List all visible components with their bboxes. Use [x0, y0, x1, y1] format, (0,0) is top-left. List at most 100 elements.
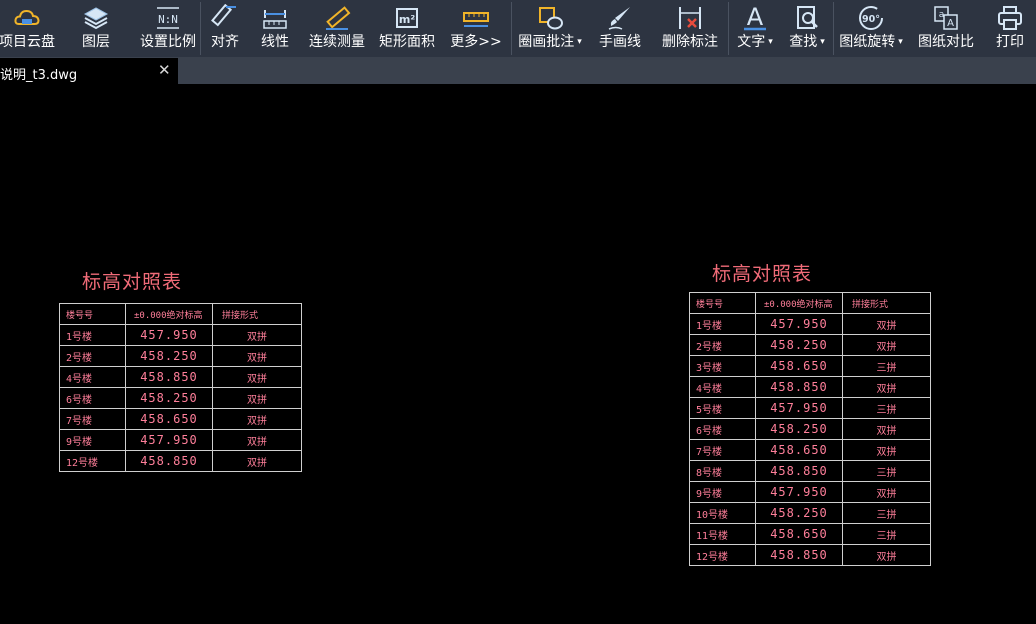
table-cell: 7号楼	[59, 408, 126, 430]
layers-button[interactable]: 图层	[56, 0, 136, 57]
table-row: 9号楼 457.950 双拼	[59, 429, 302, 451]
table-cell: 458.850	[125, 450, 213, 472]
rotate-90-icon: 90°	[859, 6, 883, 30]
print-icon	[998, 6, 1022, 30]
table-cell: 三拼	[842, 460, 931, 482]
continuous-measure-button[interactable]: 连续测量	[301, 0, 373, 57]
tab-document[interactable]: 说明_t3.dwg ✕	[0, 57, 178, 84]
toolbar-label: 删除标注	[662, 34, 718, 50]
table-cell: 三拼	[842, 502, 931, 524]
more-measure-icon	[463, 12, 489, 27]
compare-icon-text: a	[939, 10, 945, 20]
cad-viewer-app: 项目云盘 图层 N:N 设置比例 对齐 线性 连续测量 m² 矩形面积 更多>>…	[0, 0, 1036, 624]
close-icon[interactable]: ✕	[158, 61, 171, 79]
table-cell: 458.850	[755, 460, 843, 482]
table-row: 1号楼 457.950 双拼	[689, 313, 931, 335]
toolbar-label: 矩形面积	[379, 34, 435, 50]
table-cell: 双拼	[212, 366, 302, 388]
drawing-title: 标高对照表	[712, 263, 813, 285]
table-cell: 458.250	[755, 502, 843, 524]
project-cloud-drive-button[interactable]: 项目云盘	[0, 0, 56, 57]
table-cell: 457.950	[755, 397, 843, 419]
table-cell: 9号楼	[689, 481, 756, 503]
scale-icon-text: N:N	[158, 13, 178, 26]
table-cell: ±0.000绝对标高	[755, 292, 843, 314]
linear-measure-button[interactable]: 线性	[249, 0, 301, 57]
linear-measure-icon	[263, 10, 287, 29]
find-button[interactable]: 查找 ▾	[781, 0, 833, 57]
table-cell: 2号楼	[59, 345, 126, 367]
table-row: 7号楼 458.650 双拼	[689, 439, 931, 461]
tab-title: 说明_t3.dwg	[0, 68, 78, 83]
table-cell: 7号楼	[689, 439, 756, 461]
compare-drawings-button[interactable]: a A 图纸对比	[908, 0, 984, 57]
svg-text:A: A	[747, 4, 764, 31]
drawing-canvas[interactable]: 标高对照表 楼号号 ±0.000绝对标高 拼接形式 1号楼 457.950 双拼…	[0, 84, 1036, 624]
print-button[interactable]: 打印	[984, 0, 1036, 57]
table-row: 2号楼 458.250 双拼	[689, 334, 931, 356]
table-row: 6号楼 458.250 双拼	[689, 418, 931, 440]
toolbar-label-text: 查找	[789, 34, 818, 50]
table-cell: 457.950	[125, 324, 213, 346]
table-cell: 双拼	[842, 313, 931, 335]
table-row: 2号楼 458.250 双拼	[59, 345, 302, 367]
table-cell: 三拼	[842, 355, 931, 377]
find-icon	[797, 6, 818, 29]
set-scale-button[interactable]: N:N 设置比例	[136, 0, 200, 57]
table-cell: 458.650	[755, 523, 843, 545]
text-icon: A	[744, 4, 766, 31]
freehand-brush-icon	[608, 7, 630, 30]
table-cell: 双拼	[212, 345, 302, 367]
table-cell: 双拼	[842, 334, 931, 356]
table-cell: 458.850	[755, 544, 843, 566]
delete-dimension-icon	[679, 7, 701, 29]
table-row: 10号楼 458.250 三拼	[689, 502, 931, 524]
table-cell: 457.950	[125, 429, 213, 451]
toolbar-label: 图纸旋转 ▾	[839, 33, 903, 51]
table-cell: 双拼	[842, 418, 931, 440]
table-cell: 2号楼	[689, 334, 756, 356]
table-cell: 三拼	[842, 397, 931, 419]
more-measure-button[interactable]: 更多>>	[441, 0, 511, 57]
table-cell: 10号楼	[689, 502, 756, 524]
align-button[interactable]: 对齐	[201, 0, 249, 57]
circle-annotate-button[interactable]: 圈画批注 ▾	[512, 0, 588, 57]
rotate-drawing-button[interactable]: 90° 图纸旋转 ▾	[834, 0, 908, 57]
table-row: 4号楼 458.850 双拼	[689, 376, 931, 398]
table-cell: ±0.000绝对标高	[125, 303, 213, 325]
table-cell: 458.850	[125, 366, 213, 388]
table-cell: 1号楼	[59, 324, 126, 346]
table-cell: 双拼	[212, 387, 302, 409]
toolbar-label: 圈画批注 ▾	[518, 33, 582, 51]
table-row: 12号楼 458.850 双拼	[59, 450, 302, 472]
table-row: 4号楼 458.850 双拼	[59, 366, 302, 388]
toolbar-label: 图纸对比	[918, 34, 974, 50]
rect-area-button[interactable]: m² 矩形面积	[373, 0, 441, 57]
scale-ratio-icon: N:N	[157, 7, 179, 29]
chevron-down-icon: ▾	[768, 37, 773, 47]
table-cell: 楼号号	[59, 303, 126, 325]
table-cell: 457.950	[755, 313, 843, 335]
table-cell: 1号楼	[689, 313, 756, 335]
table-cell: 双拼	[842, 376, 931, 398]
table-cell: 458.650	[755, 355, 843, 377]
chevron-down-icon: ▾	[577, 37, 582, 47]
delete-dimension-button[interactable]: 删除标注	[652, 0, 728, 57]
align-icon	[211, 4, 236, 27]
continuous-measure-icon	[326, 6, 351, 30]
table-cell: 12号楼	[59, 450, 126, 472]
document-tab-bar: 说明_t3.dwg ✕	[0, 57, 1036, 84]
table-cell: 4号楼	[59, 366, 126, 388]
compare-icon-text: A	[947, 18, 954, 29]
table-cell: 458.250	[755, 334, 843, 356]
circle-annotate-icon	[539, 7, 563, 30]
toolbar-label: 项目云盘	[0, 34, 55, 50]
text-tool-button[interactable]: A 文字 ▾	[729, 0, 781, 57]
elevation-table: 楼号号 ±0.000绝对标高 拼接形式 1号楼 457.950 双拼 2号楼 4…	[59, 303, 302, 472]
table-cell: 双拼	[842, 439, 931, 461]
table-cell: 12号楼	[689, 544, 756, 566]
freehand-line-button[interactable]: 手画线	[588, 0, 652, 57]
toolbar-label: 设置比例	[140, 34, 196, 50]
toolbar-label: 查找 ▾	[789, 33, 825, 51]
table-cell: 双拼	[212, 324, 302, 346]
